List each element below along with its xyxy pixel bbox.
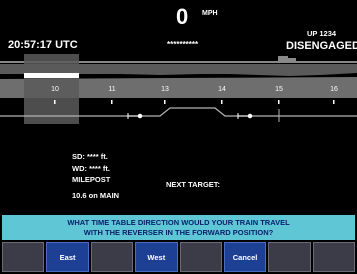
softkey-3[interactable]: [90, 242, 134, 272]
signal-block: [288, 58, 296, 62]
east-button[interactable]: East: [46, 242, 89, 272]
speed-unit: MPH: [202, 10, 218, 17]
softkey-8[interactable]: [312, 242, 355, 272]
train-marker: [24, 73, 79, 78]
softkey-5[interactable]: [179, 242, 222, 272]
status-indicator: DISENGAGED: [286, 40, 357, 52]
milepost-label: 10: [51, 86, 59, 93]
prompt-line-2: WITH THE REVERSER IN THE FORWARD POSITIO…: [83, 227, 274, 237]
softkey-7[interactable]: [268, 242, 311, 272]
switch-marker: [127, 113, 143, 119]
milepost-value: 10.6 on MAIN: [72, 191, 120, 200]
warning-distance: WD: **** ft.: [72, 164, 110, 173]
softkey-bar: East West Cancel: [2, 242, 355, 272]
cancel-button[interactable]: Cancel: [223, 242, 267, 272]
track-diagram: 10 11 13 14 15 16: [0, 54, 357, 124]
switch-marker: [237, 113, 253, 119]
stop-distance: SD: **** ft.: [72, 152, 108, 161]
speed-value: 0: [176, 4, 189, 29]
ptc-display: 0 MPH 20:57:17 UTC ********** UP 1234 DI…: [0, 0, 357, 274]
train-id: UP 1234: [307, 29, 337, 38]
milepost-label: 13: [161, 86, 169, 93]
milepost-label: 15: [275, 86, 283, 93]
utc-clock: 20:57:17 UTC: [8, 39, 78, 51]
next-target-label: NEXT TARGET:: [166, 180, 221, 189]
prompt-line-1: WHAT TIME TABLE DIRECTION WOULD YOUR TRA…: [67, 217, 290, 227]
milepost-heading: MILEPOST: [72, 175, 111, 184]
softkey-1[interactable]: [2, 242, 45, 272]
masked-field: **********: [167, 40, 199, 49]
prompt-banner: WHAT TIME TABLE DIRECTION WOULD YOUR TRA…: [2, 215, 355, 240]
milepost-label: 11: [108, 86, 115, 93]
milepost-label: 16: [330, 86, 338, 93]
signal-block: [278, 56, 288, 62]
milepost-label: 14: [218, 86, 226, 93]
milepost-ticks: [54, 100, 335, 104]
west-button[interactable]: West: [135, 242, 178, 272]
